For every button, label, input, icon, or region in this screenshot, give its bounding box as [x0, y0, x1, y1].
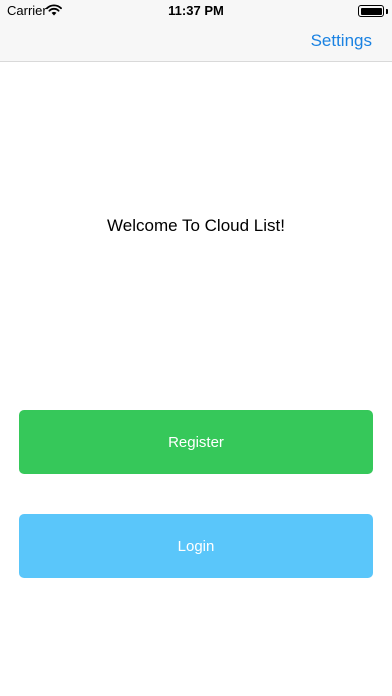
status-bar: Carrier 11:37 PM	[0, 0, 392, 22]
battery-cap	[386, 9, 388, 14]
welcome-title: Welcome To Cloud List!	[107, 216, 285, 235]
battery-icon	[358, 5, 384, 17]
register-button-label: Register	[168, 433, 224, 451]
navigation-bar: Settings	[0, 22, 392, 62]
register-button[interactable]: Register	[19, 410, 373, 474]
settings-button[interactable]: Settings	[311, 31, 372, 51]
login-button-label: Login	[177, 537, 215, 555]
status-time: 11:37 PM	[168, 3, 224, 18]
login-button[interactable]: Login	[19, 514, 373, 578]
